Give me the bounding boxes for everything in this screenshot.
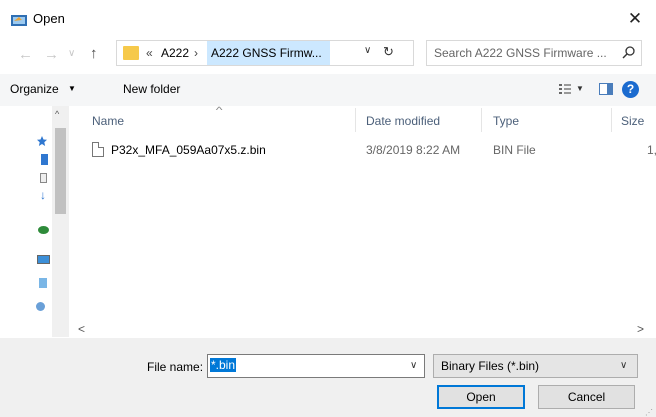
file-type-select[interactable]: Binary Files (*.bin) ∨ <box>433 354 638 378</box>
back-button[interactable]: ← <box>18 46 33 63</box>
file-type: BIN File <box>493 143 536 157</box>
navigation-scrollbar[interactable]: ^ <box>52 106 69 337</box>
cancel-button[interactable]: Cancel <box>538 385 635 409</box>
open-button[interactable]: Open <box>437 385 525 409</box>
organize-button[interactable]: Organize <box>10 82 59 96</box>
quick-access-star-icon[interactable] <box>37 136 47 146</box>
app-icon <box>11 15 27 26</box>
refresh-icon[interactable]: ↻ <box>383 44 394 60</box>
file-type-value: Binary Files (*.bin) <box>441 359 540 373</box>
search-icon[interactable] <box>621 45 637 61</box>
network-icon[interactable] <box>36 302 45 311</box>
desktop-icon[interactable] <box>41 154 48 165</box>
breadcrumb-a222[interactable]: A222 <box>161 46 189 60</box>
close-button[interactable]: ✕ <box>624 8 646 30</box>
folder-icon <box>123 46 139 60</box>
chevron-down-icon[interactable]: ∨ <box>410 360 417 371</box>
onedrive-icon[interactable] <box>38 226 49 234</box>
view-options-icon[interactable] <box>558 82 572 96</box>
scrollbar-thumb[interactable] <box>55 128 66 214</box>
column-header-size[interactable]: Size <box>621 114 644 128</box>
breadcrumb-overflow[interactable]: « <box>146 46 153 60</box>
breadcrumb-separator[interactable]: › <box>194 46 198 60</box>
resize-grip-icon[interactable]: ⋰ <box>645 408 653 417</box>
breadcrumb-gnss-firmware[interactable]: A222 GNSS Firmw... <box>207 41 330 65</box>
file-size: 1, <box>647 143 656 157</box>
chevron-down-icon[interactable]: ∨ <box>364 45 371 56</box>
file-date-modified: 3/8/2019 8:22 AM <box>366 143 461 157</box>
file-row[interactable]: P32x_MFA_059Aa07x5.z.bin 3/8/2019 8:22 A… <box>84 140 656 162</box>
horizontal-scrollbar[interactable]: < > <box>72 321 656 338</box>
chevron-down-icon[interactable]: ▼ <box>68 84 76 93</box>
file-name: P32x_MFA_059Aa07x5.z.bin <box>111 143 266 157</box>
downloads-icon[interactable]: ↓ <box>40 189 50 201</box>
title-bar: Open ✕ <box>0 0 656 38</box>
forward-button[interactable]: → <box>44 46 59 63</box>
help-button[interactable]: ? <box>622 81 639 98</box>
search-box[interactable]: Search A222 GNSS Firmware ... <box>426 40 642 66</box>
file-name-input[interactable]: *.bin <box>210 358 237 372</box>
scroll-right-arrow[interactable]: > <box>637 322 644 336</box>
this-pc-icon[interactable] <box>37 255 50 264</box>
command-bar: Organize ▼ New folder ▼ ? <box>0 74 656 106</box>
column-divider[interactable] <box>611 108 612 132</box>
chevron-down-icon[interactable]: ▼ <box>576 84 584 93</box>
chevron-down-icon[interactable]: ∨ <box>620 360 627 371</box>
window-title: Open <box>33 11 65 26</box>
column-divider[interactable] <box>481 108 482 132</box>
file-icon <box>92 142 104 157</box>
file-name-field[interactable]: *.bin ∨ <box>207 354 425 378</box>
column-header-name[interactable]: Name <box>92 114 124 128</box>
up-button[interactable]: ↑ <box>90 45 98 62</box>
scroll-left-arrow[interactable]: < <box>78 322 85 336</box>
recent-locations-button[interactable]: ∨ <box>68 48 75 59</box>
dialog-footer: File name: *.bin ∨ Binary Files (*.bin) … <box>0 338 656 417</box>
new-folder-button[interactable]: New folder <box>123 82 180 96</box>
address-bar[interactable]: « A222 › A222 GNSS Firmw... ∨ ↻ <box>116 40 414 66</box>
preview-pane-icon[interactable] <box>599 83 613 95</box>
scroll-up-arrow[interactable]: ^ <box>55 109 59 119</box>
file-name-label: File name: <box>147 360 204 374</box>
sort-indicator-icon: ^ <box>215 105 223 115</box>
drive-icon[interactable] <box>39 278 47 288</box>
search-input[interactable]: Search A222 GNSS Firmware ... <box>434 46 607 60</box>
column-header-date-modified[interactable]: Date modified <box>366 114 440 128</box>
column-header-type[interactable]: Type <box>493 114 519 128</box>
column-divider[interactable] <box>355 108 356 132</box>
documents-icon[interactable] <box>40 173 47 183</box>
